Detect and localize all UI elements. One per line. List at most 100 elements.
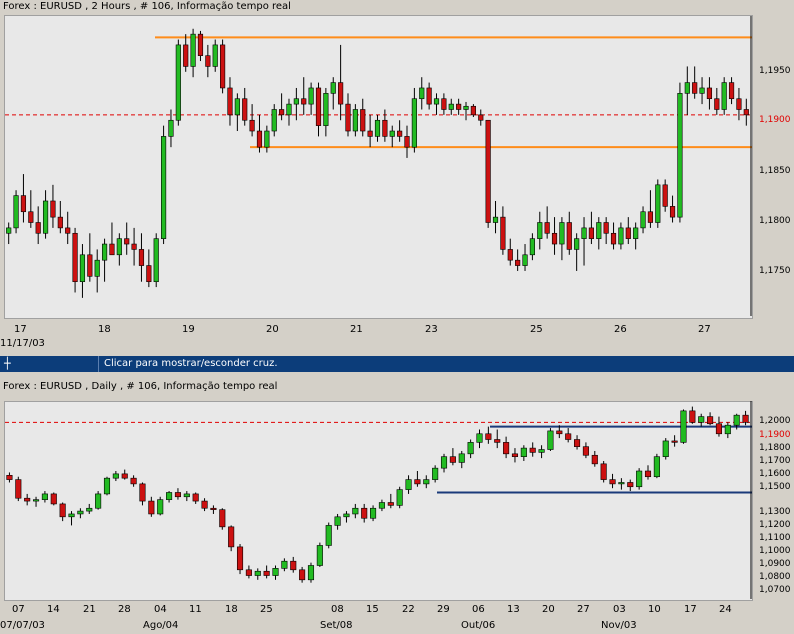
bottom-x-tick-label: 04 [154, 604, 167, 615]
candle-body [618, 482, 625, 485]
candle-body [330, 82, 336, 94]
top-y-tick-label: 1,1850 [759, 166, 791, 176]
candle-body [95, 493, 102, 509]
candle-body [669, 206, 676, 218]
bottom-y-tick-label: 1,0900 [759, 559, 791, 569]
candle-body [714, 98, 720, 110]
candle-body [677, 93, 683, 218]
bottom-x-date-label: Set/08 [320, 620, 353, 631]
candle-body [210, 507, 217, 510]
bottom-x-tick-label: 15 [366, 604, 379, 615]
top-y-tick-label: 1,1950 [759, 66, 791, 76]
candle-body [201, 500, 208, 509]
bottom-x-tick-label: 18 [225, 604, 238, 615]
candle-body [458, 453, 465, 463]
candle-body [596, 222, 602, 239]
bottom-y-tick-label: 1,1000 [759, 546, 791, 556]
bottom-y-tick-label: 1,1800 [759, 443, 791, 453]
candle-body [65, 227, 71, 234]
candle-body [286, 103, 292, 116]
candle-body [544, 222, 550, 234]
candle-body [707, 416, 714, 425]
candle-body [733, 414, 740, 426]
candle-body [77, 510, 84, 515]
candle-body [609, 479, 616, 485]
top-x-tick-label: 26 [614, 324, 627, 335]
candle-body [87, 254, 93, 277]
bottom-y-tick-label: 1,1600 [759, 469, 791, 479]
bottom-candlestick-chart [5, 401, 752, 599]
bottom-x-tick-label: 24 [719, 604, 732, 615]
candle-body [236, 546, 244, 571]
candle-body [345, 103, 351, 132]
candle-body [234, 98, 240, 116]
candle-body [338, 82, 344, 105]
bottom-x-date-label: Ago/04 [143, 620, 179, 631]
candle-body [174, 492, 181, 498]
candle-body [574, 439, 581, 447]
candle-body [131, 243, 137, 250]
candle-body [728, 82, 735, 100]
candle-body [103, 477, 111, 495]
candle-body [148, 500, 155, 515]
candle-body [157, 499, 164, 515]
candle-body [698, 416, 705, 423]
candle-body [463, 105, 469, 110]
candle-body [387, 502, 394, 506]
status-separator [98, 356, 99, 372]
candle-body [680, 410, 687, 443]
candle-body [13, 195, 19, 229]
top-current-price-label: 1,1900 [759, 115, 791, 125]
candle-body [242, 98, 248, 121]
candle-body [625, 227, 631, 239]
bottom-x-tick-label: 25 [260, 604, 273, 615]
candle-body [503, 442, 510, 455]
candle-body [264, 130, 270, 148]
candle-body [511, 453, 519, 457]
candle-body [582, 446, 589, 456]
candle-body [397, 130, 403, 137]
candle-body [249, 119, 255, 132]
bottom-x-tick-label: 17 [684, 604, 697, 615]
candle-body [671, 440, 678, 443]
candle-body [50, 200, 56, 218]
bottom-x-tick-label: 20 [542, 604, 555, 615]
candle-body [448, 103, 454, 110]
candle-body [494, 439, 501, 443]
bottom-x-tick-label: 03 [613, 604, 626, 615]
bottom-y-tick-label: 1,0800 [759, 572, 791, 582]
candle-body [370, 507, 377, 519]
candle-body [662, 440, 669, 457]
candle-body [736, 98, 742, 110]
candle-body [279, 109, 285, 116]
candle-body [692, 82, 698, 94]
candle-body [419, 87, 425, 100]
candle-body [520, 447, 527, 457]
candle-body [742, 414, 749, 423]
candle-body [529, 238, 535, 256]
candle-body [325, 525, 332, 546]
candle-body [263, 570, 270, 576]
candle-body [492, 216, 499, 223]
candle-body [588, 227, 594, 239]
candle-body [192, 493, 199, 502]
candle-body [382, 119, 388, 137]
candle-body [618, 227, 624, 245]
candle-body [94, 259, 100, 277]
candle-body [175, 44, 181, 121]
candle-body [456, 103, 462, 110]
top-x-tick-label: 25 [530, 324, 543, 335]
candle-body [109, 243, 115, 256]
crosshair-icon[interactable]: ┼ [4, 357, 11, 370]
candle-body [20, 195, 27, 213]
candle-body [367, 130, 373, 137]
candle-body [414, 479, 421, 485]
candle-body [574, 238, 580, 250]
crosshair-status-bar[interactable]: ┼ Clicar para mostrar/esconder cruz. [0, 356, 794, 372]
bottom-x-tick-label: 14 [47, 604, 60, 615]
candle-body [433, 98, 440, 105]
candle-body [138, 249, 145, 266]
candle-body [721, 82, 727, 110]
candle-body [116, 238, 122, 256]
candle-body [476, 433, 483, 443]
